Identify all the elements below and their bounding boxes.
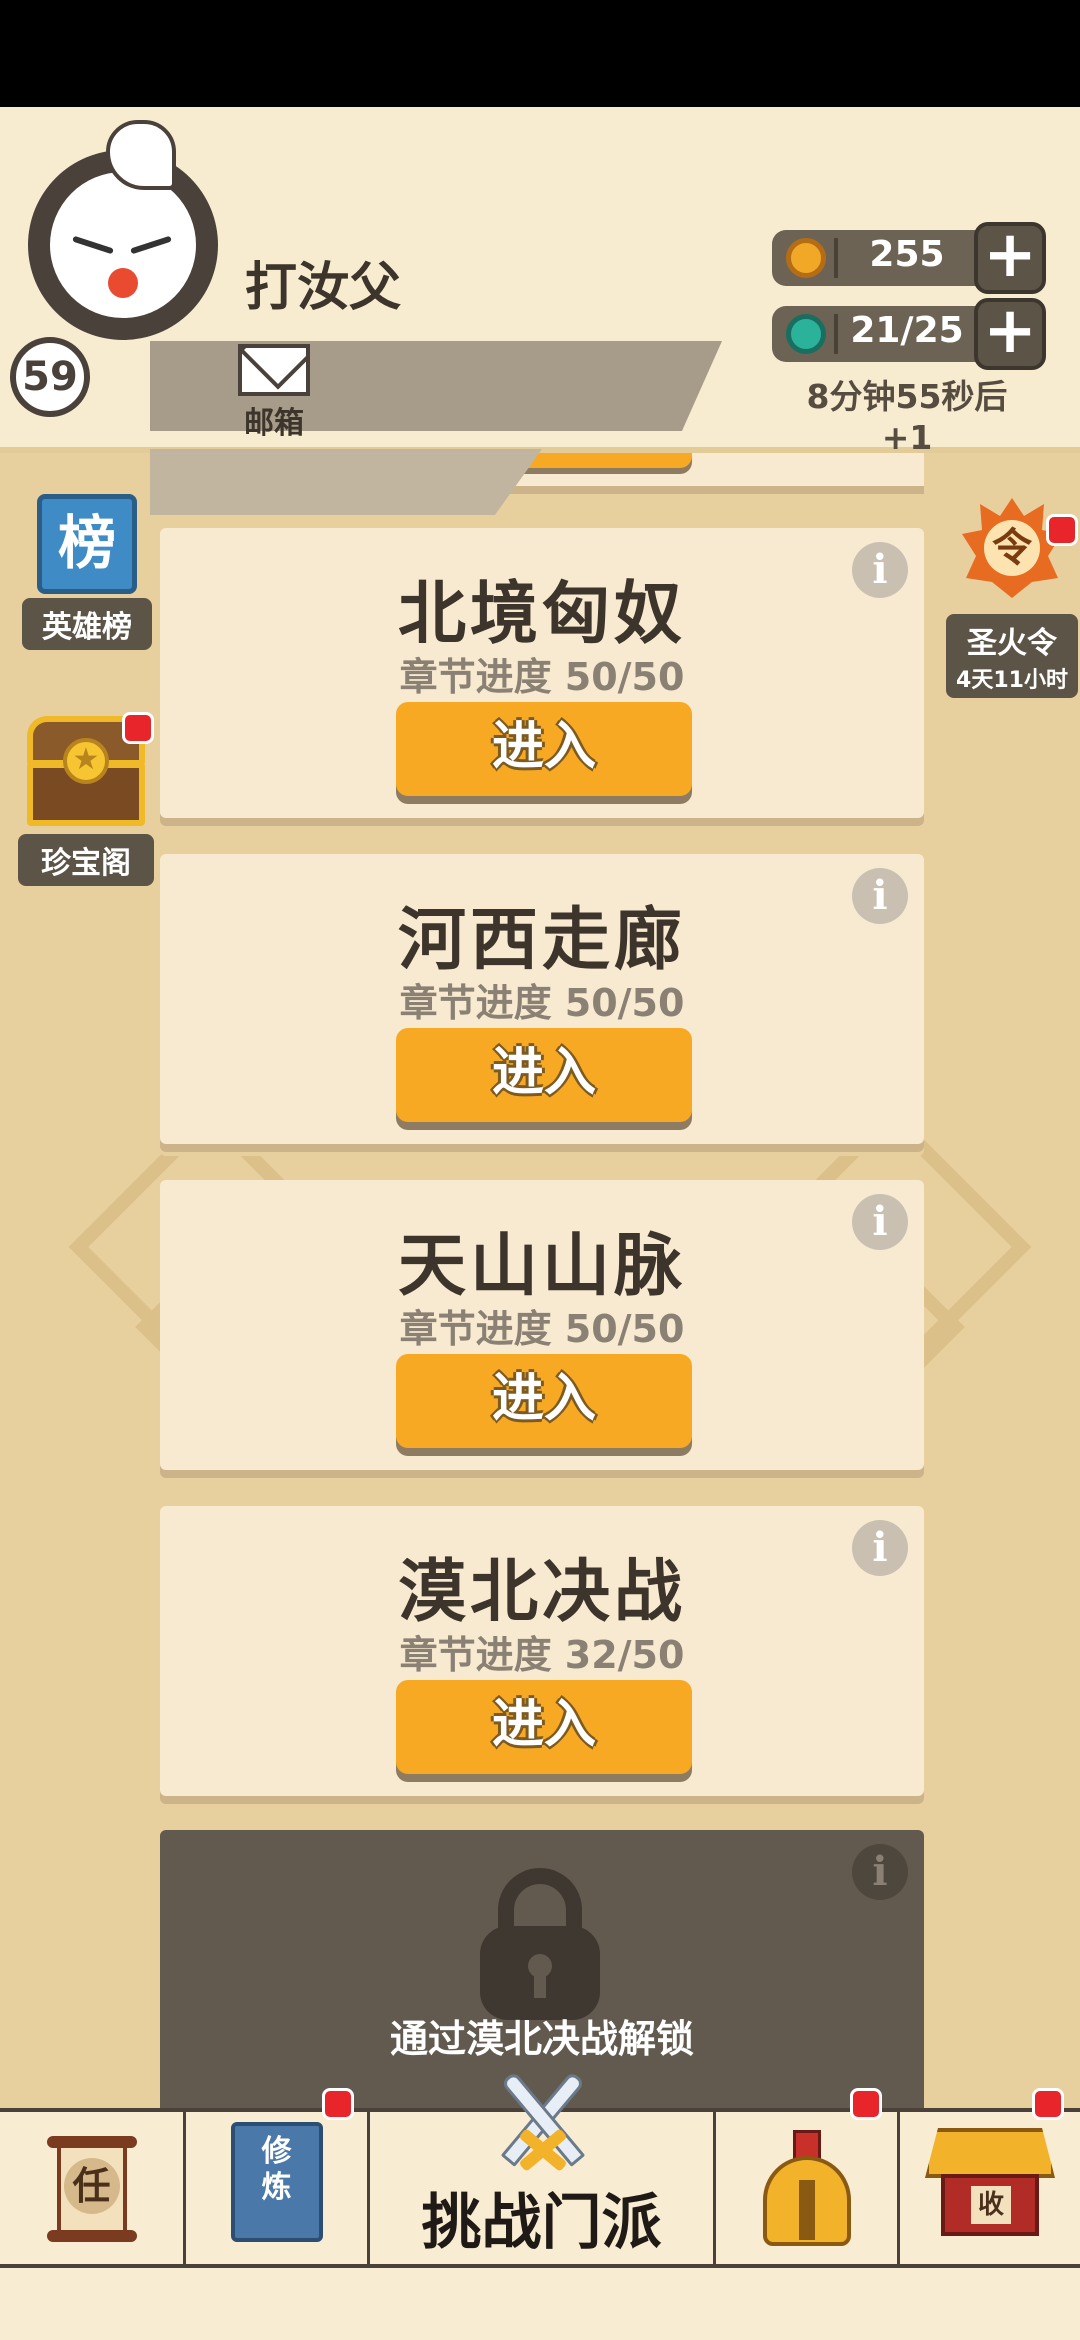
- energy-value: 21/25: [850, 310, 964, 351]
- nav-equipment[interactable]: [716, 2088, 900, 2264]
- notification-dot: [1032, 2088, 1064, 2120]
- plus-icon: +: [983, 218, 1037, 292]
- enter-button[interactable]: 进入: [396, 1028, 692, 1122]
- enter-button[interactable]: 进入: [396, 702, 692, 796]
- chapter-progress: 章节进度 50/50: [399, 655, 685, 699]
- token-char: 令: [984, 520, 1040, 576]
- unlock-hint: 通过漠北决战解锁: [389, 2017, 694, 2061]
- shop-house-icon: 收: [925, 2128, 1055, 2238]
- energy-counter: 21/25 +: [772, 298, 1046, 370]
- chapter-progress: 章节进度 32/50: [399, 1633, 685, 1677]
- nav-cultivate[interactable]: 修 炼: [186, 2088, 370, 2264]
- chapter-card: i 天山山脉 章节进度 50/50 进入: [160, 1180, 924, 1470]
- bottom-safe-area: [0, 2268, 1080, 2340]
- coin-counter: 255 +: [772, 222, 1046, 294]
- hero-rank-button[interactable]: 榜 英雄榜: [22, 494, 152, 650]
- chapter-card: i 漠北决战 章节进度 32/50 进入: [160, 1506, 924, 1796]
- mail-icon: [238, 344, 310, 396]
- mailbox-label: 邮箱: [244, 406, 304, 441]
- shop-char: 收: [971, 2186, 1011, 2224]
- nav-quest[interactable]: 任: [0, 2112, 186, 2264]
- helmet-icon: [759, 2130, 855, 2248]
- notification-dot: [122, 712, 154, 744]
- cultivate-book-icon: 修 炼: [230, 2122, 323, 2242]
- plus-icon: +: [983, 294, 1037, 368]
- player-avatar[interactable]: [28, 120, 218, 340]
- energy-timer: 8分钟55秒后+1: [806, 377, 1008, 457]
- chapter-title: 北境匈奴: [397, 575, 686, 654]
- chapter-title: 天山山脉: [397, 1227, 686, 1306]
- chapter-card: i 北境匈奴 章节进度 50/50 进入: [160, 528, 924, 818]
- enter-button[interactable]: 进入: [396, 1680, 692, 1774]
- chapter-card: i 河西走廊 章节进度 50/50 进入: [160, 854, 924, 1144]
- holy-fire-token-button[interactable]: 令 圣火令 4天11小时: [946, 498, 1078, 698]
- enter-button[interactable]: 进入: [396, 1354, 692, 1448]
- quest-char: 任: [63, 2158, 120, 2214]
- quest-scroll-icon: 任: [46, 2130, 137, 2250]
- rank-banner-icon: 榜: [37, 494, 137, 594]
- token-time: 4天11小时: [956, 668, 1068, 693]
- notification-dot: [1046, 514, 1078, 546]
- notification-dot: [850, 2088, 882, 2120]
- add-coins-button[interactable]: +: [974, 222, 1046, 294]
- mailbox-button[interactable]: 邮箱: [236, 344, 312, 441]
- hero-rank-label: 英雄榜: [22, 598, 152, 650]
- avatar-goose-icon: [50, 172, 196, 318]
- coin-value: 255: [869, 234, 945, 275]
- challenge-label: 挑战门派: [421, 2188, 662, 2258]
- chapter-progress: 章节进度 50/50: [399, 1307, 685, 1351]
- chapter-progress: 章节进度 50/50: [399, 981, 685, 1025]
- treasure-pavilion-label: 珍宝阁: [18, 834, 154, 886]
- chapter-title: 漠北决战: [397, 1553, 686, 1632]
- add-energy-button[interactable]: +: [974, 298, 1046, 370]
- nav-shop[interactable]: 收: [900, 2088, 1080, 2264]
- token-label-box: 圣火令 4天11小时: [946, 614, 1078, 698]
- player-level-badge: 59: [10, 337, 90, 417]
- treasure-pavilion-button[interactable]: ★ 珍宝阁: [18, 712, 154, 886]
- info-icon[interactable]: i: [852, 1844, 908, 1900]
- coin-icon: [786, 238, 826, 278]
- energy-gem-icon: [786, 314, 826, 354]
- chapter-title: 河西走廊: [397, 901, 686, 980]
- player-name: 打汝父: [245, 258, 402, 318]
- crossed-swords-icon: [486, 2064, 598, 2176]
- lock-icon: [480, 1868, 600, 2020]
- token-name: 圣火令: [967, 626, 1057, 661]
- status-bar: [0, 0, 1080, 107]
- sub-banner: [150, 449, 542, 515]
- notification-dot: [322, 2088, 354, 2120]
